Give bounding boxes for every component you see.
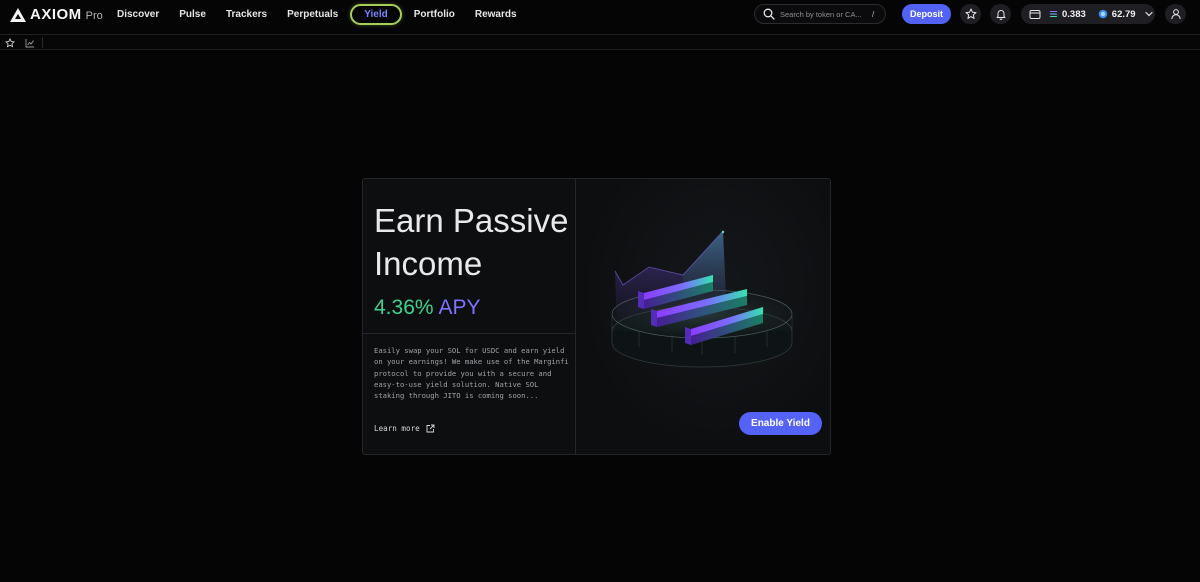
points-balance: 62.79 (1111, 8, 1136, 20)
watchlist-button[interactable] (960, 4, 981, 24)
account-button[interactable] (1165, 4, 1186, 24)
logo-pro-label: Pro (85, 10, 103, 22)
apy-label: APY (438, 296, 481, 319)
search-box[interactable]: / (754, 4, 886, 24)
sol-balance: 0.383 (1062, 8, 1086, 20)
search-input[interactable] (780, 9, 868, 19)
enable-yield-button[interactable]: Enable Yield (739, 412, 822, 435)
apy-value: 4.36% (374, 296, 434, 319)
nav-pulse[interactable]: Pulse (169, 4, 216, 25)
watchlist-bar (0, 34, 1200, 50)
sol-icon (1049, 11, 1058, 17)
nav-yield[interactable]: Yield (350, 4, 402, 25)
logo-wordmark: AXIOM (30, 6, 82, 23)
subbar-divider (42, 37, 43, 48)
chart-icon[interactable] (25, 38, 35, 48)
star-icon (965, 8, 976, 19)
nav-portfolio[interactable]: Portfolio (404, 4, 465, 25)
deposit-button[interactable]: Deposit (902, 4, 951, 24)
external-link-icon (426, 424, 435, 433)
nav-discover[interactable]: Discover (107, 4, 169, 25)
nav-perpetuals[interactable]: Perpetuals (277, 4, 348, 25)
main-nav: Discover Pulse Trackers Perpetuals Yield… (107, 4, 527, 25)
top-nav-bar: AXIOM Pro Discover Pulse Trackers Perpet… (0, 0, 1200, 29)
learn-more-label: Learn more (374, 424, 420, 433)
notifications-button[interactable] (990, 4, 1011, 24)
card-divider (363, 333, 576, 334)
nav-trackers[interactable]: Trackers (216, 4, 277, 25)
wallet-icon (1029, 9, 1041, 19)
yield-card-visual: Enable Yield (577, 179, 830, 454)
search-shortcut-key: / (872, 9, 875, 19)
axiom-logo-icon (10, 7, 26, 22)
star-icon[interactable] (5, 38, 15, 48)
axiom-logo[interactable]: AXIOM Pro (10, 6, 103, 23)
card-title: Earn Passive Income (374, 202, 569, 282)
chevron-down-icon (1144, 11, 1153, 17)
yield-illustration (611, 230, 793, 368)
yield-card: Earn Passive Income 4.36% APY Easily swap… (362, 178, 831, 455)
bell-icon (996, 10, 1005, 20)
user-icon (1170, 9, 1181, 20)
points-icon (1098, 9, 1108, 19)
card-description: Easily swap your SOL for USDC and earn y… (374, 346, 569, 401)
yield-card-info: Earn Passive Income 4.36% APY Easily swap… (363, 179, 576, 454)
nav-rewards[interactable]: Rewards (465, 4, 527, 25)
search-icon (763, 8, 775, 20)
learn-more-link[interactable]: Learn more (374, 424, 435, 433)
apy-rate: 4.36% APY (374, 296, 481, 320)
wallet-balance-button[interactable]: 0.383 62.79 (1021, 4, 1155, 24)
